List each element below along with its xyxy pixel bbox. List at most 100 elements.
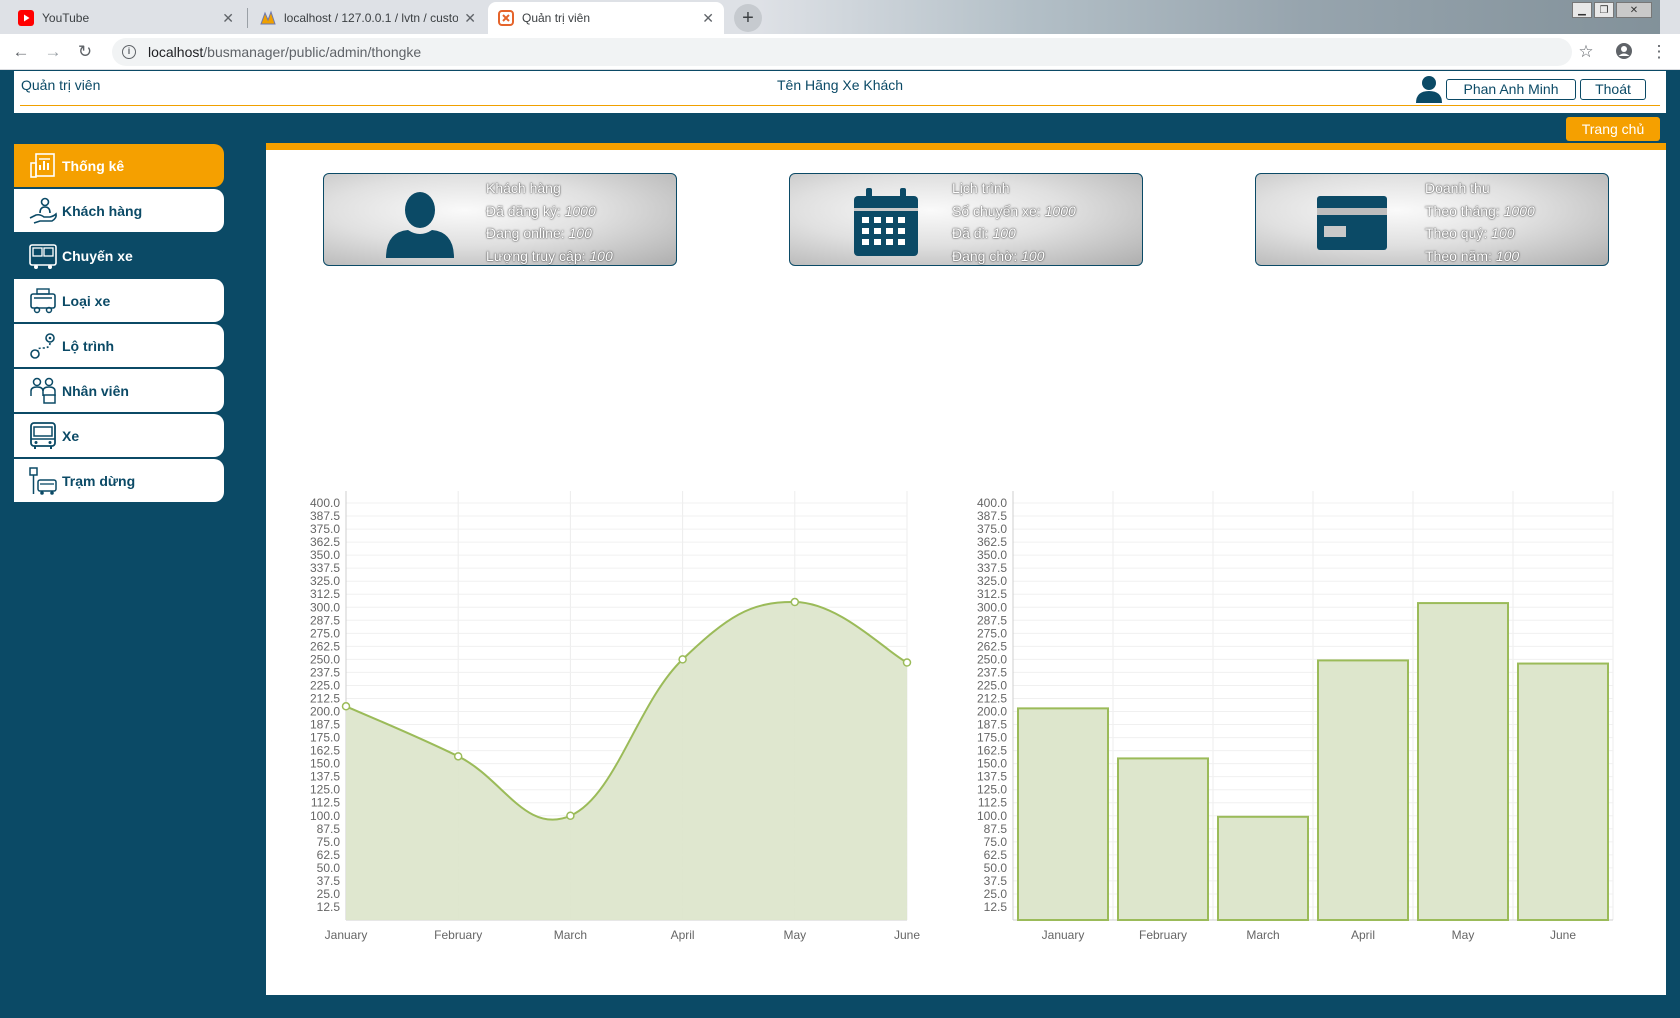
back-arrow-icon[interactable]: ← [10, 42, 32, 62]
y-tick-label: 312.5 [977, 587, 1007, 601]
sidebar-item-label: Khách hàng [62, 202, 143, 219]
y-tick-label: 337.5 [310, 561, 340, 575]
x-tick-label: January [325, 928, 368, 942]
y-tick-label: 212.5 [977, 691, 1007, 705]
bus-stop-icon [29, 466, 57, 495]
card-title: Doanh thu [1425, 180, 1490, 196]
bar-may [1417, 602, 1509, 922]
tab-separator [247, 8, 248, 28]
sidebar-item-employees[interactable]: Nhân viên [14, 369, 224, 412]
site-info-icon[interactable]: i [122, 45, 136, 59]
point-march [566, 811, 575, 820]
y-tick-label: 62.5 [984, 848, 1008, 862]
card-row: Đang online: 100 [486, 222, 613, 245]
row-label: Lượng truy cập: [486, 247, 586, 264]
sidebar-item-customers[interactable]: Khách hàng [14, 189, 224, 232]
admin-title: Quản trị viên [21, 77, 101, 93]
card-row: Đã đi: 100 [952, 222, 1076, 245]
y-tick-label: 187.5 [310, 718, 340, 732]
y-tick-label: 112.5 [978, 796, 1007, 810]
user-profile-button[interactable]: Phan Anh Minh [1446, 79, 1576, 100]
y-tick-label: 362.5 [977, 535, 1007, 549]
x-tick-label: April [671, 928, 695, 942]
x-tick-label: February [1139, 928, 1187, 942]
tab-youtube[interactable]: YouTube ✕ [8, 2, 244, 34]
y-tick-label: 262.5 [977, 639, 1007, 653]
tab-title: localhost / 127.0.0.1 / lvtn / custo [284, 11, 459, 25]
app-header: Quản trị viên Tên Hãng Xe Khách Phan Anh… [14, 71, 1666, 113]
card-row: Theo tháng: 1000 [1425, 200, 1535, 223]
point-may [790, 597, 800, 607]
card-row: Đã đăng ký: 1000 [486, 200, 613, 223]
sidebar-item-vehicle-types[interactable]: Loại xe [14, 279, 224, 322]
sidebar: Thống kê Khách hàng Chuyến xe Loại xe Lộ… [14, 144, 224, 504]
phpmyadmin-icon [260, 10, 276, 26]
card-row: Lượng truy cập: 100 [486, 245, 613, 268]
customer-hand-icon [29, 197, 57, 224]
sidebar-item-label: Loại xe [62, 292, 111, 309]
url-host: localhost [148, 44, 204, 60]
row-value: 100 [1021, 247, 1045, 264]
y-tick-label: 162.5 [310, 744, 340, 758]
tab-title: Quản trị viên [522, 11, 591, 25]
y-tick-label: 125.0 [977, 783, 1007, 797]
row-value: 1000 [1503, 202, 1535, 219]
x-tick-label: March [554, 928, 587, 942]
y-tick-label: 75.0 [984, 835, 1008, 849]
logout-button[interactable]: Thoát [1580, 79, 1646, 100]
y-tick-label: 162.5 [977, 744, 1007, 758]
sidebar-item-label: Nhân viên [62, 382, 129, 399]
profile-icon[interactable] [1613, 42, 1635, 62]
close-tab-icon[interactable]: ✕ [222, 10, 234, 27]
tab-phpmyadmin[interactable]: localhost / 127.0.0.1 / lvtn / custo ✕ [250, 2, 486, 34]
bar-june [1517, 662, 1609, 921]
x-tick-label: January [1042, 928, 1085, 942]
close-tab-icon[interactable]: ✕ [464, 10, 476, 27]
y-tick-label: 200.0 [977, 705, 1007, 719]
sidebar-item-bus-stops[interactable]: Trạm dừng [14, 459, 224, 502]
y-tick-label: 375.0 [977, 522, 1007, 536]
y-tick-label: 287.5 [977, 613, 1007, 627]
y-tick-label: 50.0 [317, 861, 341, 875]
y-tick-label: 12.5 [317, 900, 341, 914]
card-text: Lịch trình Số chuyến xe: 1000 Đã đi: 100… [952, 177, 1076, 267]
reload-icon[interactable]: ↻ [74, 42, 96, 62]
close-tab-icon[interactable]: ✕ [702, 10, 714, 27]
row-value: 100 [992, 225, 1016, 241]
sidebar-item-statistics[interactable]: Thống kê [14, 144, 224, 187]
vehicle-type-icon [30, 287, 56, 313]
window-background [760, 0, 1660, 34]
credit-card-icon [1317, 196, 1387, 250]
point-january [341, 702, 351, 711]
y-tick-label: 275.0 [977, 626, 1007, 640]
sidebar-item-buses[interactable]: Xe [14, 414, 224, 457]
y-tick-label: 12.5 [984, 900, 1008, 914]
bus-icon [30, 421, 56, 449]
user-silhouette-icon [386, 192, 454, 258]
y-tick-label: 37.5 [984, 874, 1008, 888]
bookmark-star-icon[interactable]: ☆ [1575, 42, 1597, 62]
y-tick-label: 50.0 [984, 861, 1008, 875]
sidebar-item-trips[interactable]: Chuyến xe [14, 234, 224, 277]
y-tick-label: 225.0 [977, 678, 1007, 692]
row-value: 100 [589, 247, 613, 264]
row-label: Đang chờ: [952, 247, 1018, 264]
sidebar-item-label: Xe [62, 427, 80, 444]
tab-admin[interactable]: Quản trị viên ✕ [488, 2, 724, 34]
maximize-icon[interactable]: ❐ [1594, 2, 1614, 18]
point-february [453, 752, 463, 761]
row-label: Theo tháng: [1425, 202, 1500, 219]
browser-menu-icon[interactable]: ⋮ [1648, 42, 1670, 62]
y-tick-label: 387.5 [977, 509, 1007, 523]
calendar-icon [854, 188, 918, 256]
window-close-icon[interactable]: ✕ [1616, 2, 1652, 18]
sidebar-item-routes[interactable]: Lộ trình [14, 324, 224, 367]
y-tick-label: 25.0 [984, 887, 1008, 901]
forward-arrow-icon[interactable]: → [42, 42, 64, 62]
point-june [902, 658, 912, 667]
minimize-icon[interactable]: ▁ [1572, 2, 1592, 18]
home-button[interactable]: Trang chủ [1566, 117, 1660, 141]
address-bar[interactable]: i localhost/busmanager/public/admin/thon… [112, 38, 1572, 66]
row-label: Theo quý: [1425, 225, 1488, 241]
new-tab-button[interactable]: + [734, 4, 762, 32]
